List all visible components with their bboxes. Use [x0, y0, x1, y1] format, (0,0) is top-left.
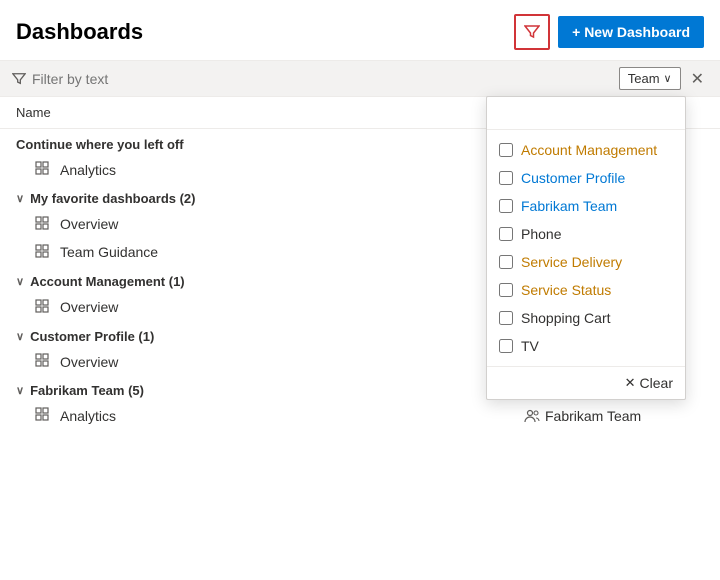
dropdown-item[interactable]: Phone — [487, 220, 685, 248]
section-label: Continue where you left off — [16, 137, 184, 152]
chevron-icon: ∨ — [16, 192, 24, 205]
row-team: Fabrikam Team — [524, 408, 704, 424]
dashboard-grid-icon — [32, 353, 52, 370]
dropdown-item[interactable]: Shopping Cart — [487, 304, 685, 332]
table-row[interactable]: Analytics Fabrikam Team — [0, 402, 720, 429]
dropdown-item[interactable]: Account Management — [487, 136, 685, 164]
dropdown-item-checkbox[interactable] — [499, 339, 513, 353]
chevron-down-icon: ∨ — [664, 72, 672, 85]
team-name: Fabrikam Team — [545, 408, 641, 424]
chevron-icon: ∨ — [16, 275, 24, 288]
section-label: Account Management (1) — [30, 274, 185, 289]
dashboard-grid-icon — [32, 216, 52, 233]
filter-text-input[interactable] — [32, 71, 613, 87]
page-header: Dashboards + New Dashboard — [0, 0, 720, 61]
close-filter-button[interactable]: ✕ — [687, 69, 708, 89]
row-name: Team Guidance — [60, 244, 491, 260]
dropdown-item-checkbox[interactable] — [499, 171, 513, 185]
dropdown-item-label: Account Management — [521, 142, 657, 158]
dropdown-item-checkbox[interactable] — [499, 227, 513, 241]
filter-bar: Team ∨ ✕ — [0, 61, 720, 97]
dropdown-item[interactable]: Fabrikam Team — [487, 192, 685, 220]
dropdown-item-label: Service Status — [521, 282, 611, 298]
dropdown-search-container — [487, 97, 685, 130]
chevron-icon: ∨ — [16, 384, 24, 397]
people-icon — [524, 409, 540, 423]
page-title: Dashboards — [16, 19, 143, 45]
dashboard-grid-icon — [32, 161, 52, 178]
filter-icon — [524, 24, 540, 40]
dropdown-item-label: Customer Profile — [521, 170, 625, 186]
dropdown-item-checkbox[interactable] — [499, 199, 513, 213]
team-filter-dropdown: Account Management Customer Profile Fabr… — [486, 96, 686, 400]
dropdown-footer[interactable]: ✕ Clear — [487, 366, 685, 399]
header-actions: + New Dashboard — [514, 14, 704, 50]
row-name: Analytics — [60, 408, 516, 424]
section-label: Customer Profile (1) — [30, 329, 154, 344]
dropdown-item-checkbox[interactable] — [499, 255, 513, 269]
close-icon: ✕ — [625, 375, 636, 391]
team-dropdown[interactable]: Team ∨ — [619, 67, 681, 90]
new-dashboard-button[interactable]: + New Dashboard — [558, 16, 704, 48]
team-dropdown-label: Team — [628, 71, 660, 86]
dashboard-grid-icon — [32, 244, 52, 261]
filter-bar-icon — [12, 72, 26, 86]
dropdown-item[interactable]: Service Status — [487, 276, 685, 304]
dropdown-item-checkbox[interactable] — [499, 143, 513, 157]
dropdown-item[interactable]: TV — [487, 332, 685, 360]
column-name-header: Name — [16, 105, 504, 120]
dropdown-item-checkbox[interactable] — [499, 311, 513, 325]
section-label: Fabrikam Team (5) — [30, 383, 144, 398]
chevron-icon: ∨ — [16, 330, 24, 343]
row-name: Overview — [60, 354, 516, 370]
dropdown-item-label: TV — [521, 338, 539, 354]
dropdown-item-label: Fabrikam Team — [521, 198, 617, 214]
dashboard-grid-icon — [32, 407, 52, 424]
dashboard-grid-icon — [32, 299, 52, 316]
dropdown-item[interactable]: Customer Profile — [487, 164, 685, 192]
dropdown-item-label: Service Delivery — [521, 254, 622, 270]
row-name: Analytics — [60, 162, 516, 178]
dropdown-item-label: Phone — [521, 226, 561, 242]
clear-label: Clear — [640, 375, 673, 391]
dropdown-list: Account Management Customer Profile Fabr… — [487, 130, 685, 366]
row-name: Overview — [60, 299, 491, 315]
dropdown-item[interactable]: Service Delivery — [487, 248, 685, 276]
dropdown-item-checkbox[interactable] — [499, 283, 513, 297]
row-name: Overview — [60, 216, 491, 232]
filter-icon-button[interactable] — [514, 14, 550, 50]
dropdown-search-input[interactable] — [503, 105, 684, 121]
section-label: My favorite dashboards (2) — [30, 191, 195, 206]
dropdown-item-label: Shopping Cart — [521, 310, 611, 326]
